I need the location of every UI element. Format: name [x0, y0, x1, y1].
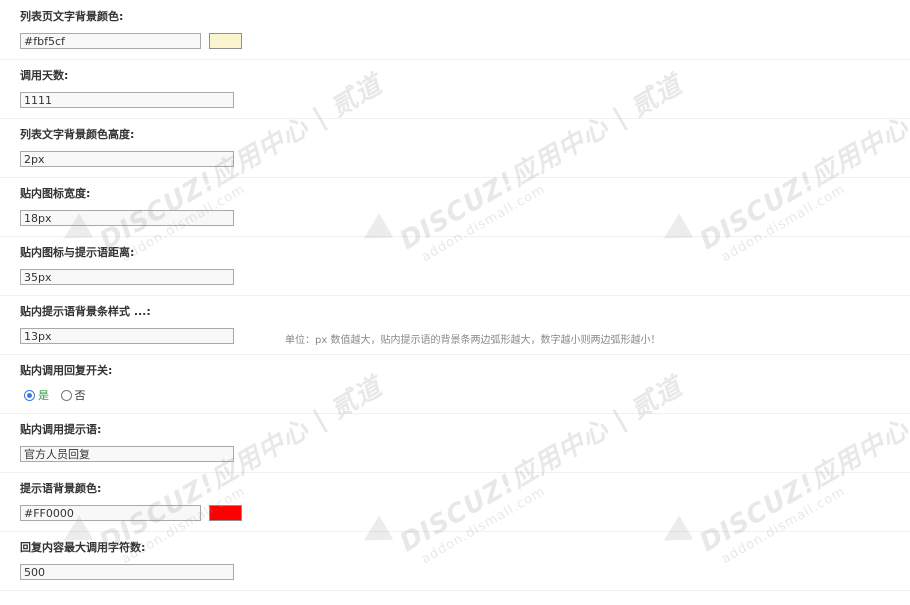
list-text-bg-height-input[interactable] [20, 151, 234, 167]
setting-row-list-text-bg-color: 列表页文字背景颜色: [0, 0, 910, 60]
radio-no-label[interactable]: 否 [75, 387, 86, 403]
radio-yes[interactable] [24, 389, 35, 401]
field-label: 回复内容最大调用字符数: [20, 541, 146, 554]
color-swatch[interactable] [209, 505, 242, 521]
field-label: 贴内图标宽度: [20, 187, 91, 200]
setting-row-tip-bar-style: 贴内提示语背景条样式 ...: 单位：px 数值越大，贴内提示语的背景条两边弧形… [0, 295, 910, 355]
field-label: 列表页文字背景颜色: [20, 10, 124, 23]
call-days-input[interactable] [20, 92, 234, 108]
field-label: 贴内图标与提示语距离: [20, 246, 135, 259]
reply-tip-text-input[interactable] [20, 446, 234, 462]
setting-row-post-icon-width: 贴内图标宽度: [0, 177, 910, 237]
field-hint: 单位：px 数值越大，贴内提示语的背景条两边弧形越大，数字越小则两边弧形越小！ [285, 335, 661, 346]
radio-yes-label[interactable]: 是 [38, 387, 49, 403]
setting-row-list-text-bg-height: 列表文字背景颜色高度: [0, 118, 910, 178]
setting-row-icon-tip-distance: 贴内图标与提示语距离: [0, 236, 910, 296]
list-text-bg-color-input[interactable] [20, 33, 201, 49]
setting-row-reply-tip-text: 贴内调用提示语: [0, 413, 910, 473]
setting-row-reply-switch: 贴内调用回复开关: 是 否 [0, 354, 910, 414]
field-label: 贴内调用提示语: [20, 423, 102, 436]
max-reply-chars-input[interactable] [20, 564, 234, 580]
setting-row-tip-bg-color: 提示语背景颜色: [0, 472, 910, 532]
post-icon-width-input[interactable] [20, 210, 234, 226]
tip-bar-style-input[interactable] [20, 328, 234, 344]
field-label: 列表文字背景颜色高度: [20, 128, 135, 141]
field-label: 调用天数: [20, 69, 69, 82]
field-label: 提示语背景颜色: [20, 482, 102, 495]
radio-no[interactable] [60, 389, 72, 401]
reply-switch-radio-group: 是 否 [24, 387, 94, 403]
field-label: 贴内调用回复开关: [20, 364, 113, 377]
color-swatch[interactable] [209, 33, 242, 49]
tip-bg-color-input[interactable] [20, 505, 201, 521]
setting-row-call-days: 调用天数: [0, 59, 910, 119]
field-label: 贴内提示语背景条样式 ...: [20, 305, 151, 318]
setting-row-max-reply-chars: 回复内容最大调用字符数: [0, 531, 910, 591]
icon-tip-distance-input[interactable] [20, 269, 234, 285]
